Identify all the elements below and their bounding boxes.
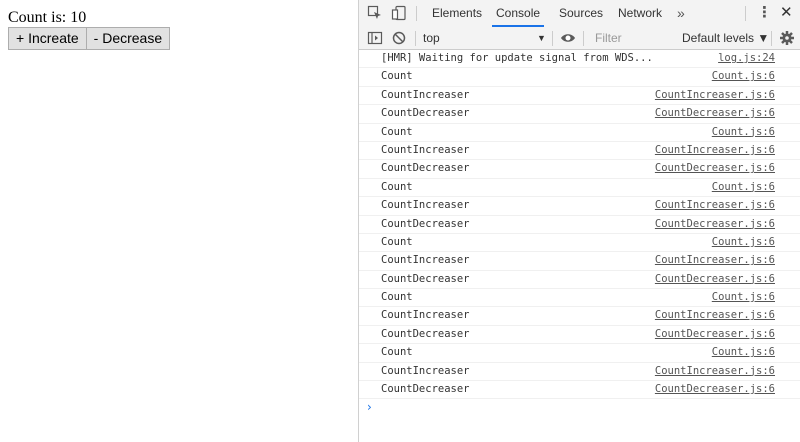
- console-source-link[interactable]: CountDecreaser.js:6: [655, 328, 775, 340]
- console-message-text: CountDecreaser: [381, 272, 470, 285]
- console-message-text: Count: [381, 70, 413, 83]
- console-message-text: CountIncreaser: [381, 199, 470, 212]
- console-message-row: CountDecreaser CountDecreaser.js:6: [359, 271, 800, 290]
- inspect-element-icon[interactable]: [367, 5, 383, 21]
- tab-elements[interactable]: Elements: [432, 0, 482, 27]
- console-message-text: CountDecreaser: [381, 327, 470, 340]
- eye-icon[interactable]: [560, 30, 576, 46]
- toolbar-separator: [552, 31, 553, 46]
- console-message-row: Count Count.js:6: [359, 344, 800, 363]
- close-devtools-icon[interactable]: ✕: [780, 0, 793, 26]
- console-message-text: CountDecreaser: [381, 107, 470, 120]
- console-source-link[interactable]: CountDecreaser.js:6: [655, 273, 775, 285]
- toolbar-separator: [771, 31, 772, 46]
- console-source-link[interactable]: CountIncreaser.js:6: [655, 309, 775, 321]
- more-tabs-button[interactable]: »: [677, 0, 685, 26]
- device-toolbar-icon[interactable]: [391, 5, 407, 21]
- console-message-text: Count: [381, 180, 413, 193]
- console-source-link[interactable]: CountDecreaser.js:6: [655, 383, 775, 395]
- clear-console-icon[interactable]: [391, 30, 407, 46]
- console-message-row: CountIncreaser CountIncreaser.js:6: [359, 307, 800, 326]
- tab-sources[interactable]: Sources: [559, 0, 603, 27]
- console-message-row: CountIncreaser CountIncreaser.js:6: [359, 87, 800, 106]
- console-source-link[interactable]: log.js:24: [718, 52, 775, 64]
- console-message-row: CountDecreaser CountDecreaser.js:6: [359, 105, 800, 124]
- console-message-row: Count Count.js:6: [359, 234, 800, 253]
- tab-separator: [745, 6, 746, 21]
- increment-button[interactable]: + Increate: [8, 27, 87, 50]
- console-prompt[interactable]: ›: [367, 400, 372, 414]
- console-message-text: Count: [381, 346, 413, 359]
- devtools-tabbar: Elements Console Sources Network » ⋮ ✕: [359, 0, 800, 28]
- button-row: + Increate - Decrease: [8, 27, 171, 50]
- sidebar-toggle-icon[interactable]: [367, 30, 383, 46]
- console-message-row: CountDecreaser CountDecreaser.js:6: [359, 381, 800, 400]
- app-page: Count is: 10 + Increate - Decrease: [0, 0, 358, 442]
- console-message-row: CountIncreaser CountIncreaser.js:6: [359, 142, 800, 161]
- tab-console[interactable]: Console: [492, 0, 545, 27]
- console-message-text: CountDecreaser: [381, 217, 470, 230]
- console-source-link[interactable]: CountIncreaser.js:6: [655, 365, 775, 377]
- console-message-text: Count: [381, 125, 413, 138]
- console-source-link[interactable]: Count.js:6: [712, 291, 775, 303]
- console-message-row: CountIncreaser CountIncreaser.js:6: [359, 197, 800, 216]
- console-source-link[interactable]: Count.js:6: [712, 70, 775, 82]
- console-message-text: CountIncreaser: [381, 309, 470, 322]
- console-message-text: Count: [381, 235, 413, 248]
- console-message-row: CountDecreaser CountDecreaser.js:6: [359, 216, 800, 234]
- console-source-link[interactable]: CountIncreaser.js:6: [655, 89, 775, 101]
- count-display: Count is: 10: [8, 9, 87, 26]
- context-dropdown-icon[interactable]: ▼: [537, 27, 546, 49]
- tab-separator: [416, 6, 417, 21]
- console-message-row: CountIncreaser CountIncreaser.js:6: [359, 252, 800, 271]
- console-message-text: CountIncreaser: [381, 143, 470, 156]
- console-message-text: CountDecreaser: [381, 162, 470, 175]
- console-message-row: Count Count.js:6: [359, 179, 800, 198]
- console-message-row: CountDecreaser CountDecreaser.js:6: [359, 160, 800, 179]
- devtools-panel: Elements Console Sources Network » ⋮ ✕ t…: [358, 0, 800, 442]
- console-toolbar: top ▼ Filter Default levels ▼: [359, 27, 800, 50]
- console-source-link[interactable]: CountDecreaser.js:6: [655, 162, 775, 174]
- console-message-text: Count: [381, 291, 413, 304]
- toolbar-separator: [415, 31, 416, 46]
- console-source-link[interactable]: CountIncreaser.js:6: [655, 144, 775, 156]
- console-message-row: CountDecreaser CountDecreaser.js:6: [359, 326, 800, 345]
- toolbar-separator: [583, 31, 584, 46]
- console-message-row: Count Count.js:6: [359, 68, 800, 87]
- console-message-text: CountIncreaser: [381, 88, 470, 101]
- console-message-row: CountIncreaser CountIncreaser.js:6: [359, 363, 800, 382]
- console-message-text: CountIncreaser: [381, 364, 470, 377]
- console-message-row: [HMR] Waiting for update signal from WDS…: [359, 50, 800, 69]
- console-source-link[interactable]: Count.js:6: [712, 181, 775, 193]
- console-message-text: CountIncreaser: [381, 254, 470, 267]
- customize-menu-icon[interactable]: ⋮: [757, 0, 772, 26]
- console-source-link[interactable]: Count.js:6: [712, 346, 775, 358]
- console-log-list: [HMR] Waiting for update signal from WDS…: [359, 50, 800, 400]
- console-message-text: CountDecreaser: [381, 383, 470, 396]
- console-message-row: Count Count.js:6: [359, 289, 800, 308]
- console-filter-input[interactable]: Filter: [591, 29, 673, 47]
- console-source-link[interactable]: Count.js:6: [712, 236, 775, 248]
- console-source-link[interactable]: CountDecreaser.js:6: [655, 218, 775, 230]
- console-source-link[interactable]: CountDecreaser.js:6: [655, 107, 775, 119]
- console-message-text: [HMR] Waiting for update signal from WDS…: [381, 52, 653, 64]
- log-levels-dropdown[interactable]: Default levels ▼: [682, 27, 769, 49]
- console-source-link[interactable]: Count.js:6: [712, 126, 775, 138]
- console-source-link[interactable]: CountIncreaser.js:6: [655, 199, 775, 211]
- console-message-row: Count Count.js:6: [359, 124, 800, 142]
- settings-gear-icon[interactable]: [779, 30, 795, 46]
- tab-network[interactable]: Network: [618, 0, 662, 27]
- decrement-button[interactable]: - Decrease: [85, 27, 171, 50]
- console-source-link[interactable]: CountIncreaser.js:6: [655, 254, 775, 266]
- context-selector[interactable]: top: [423, 27, 440, 49]
